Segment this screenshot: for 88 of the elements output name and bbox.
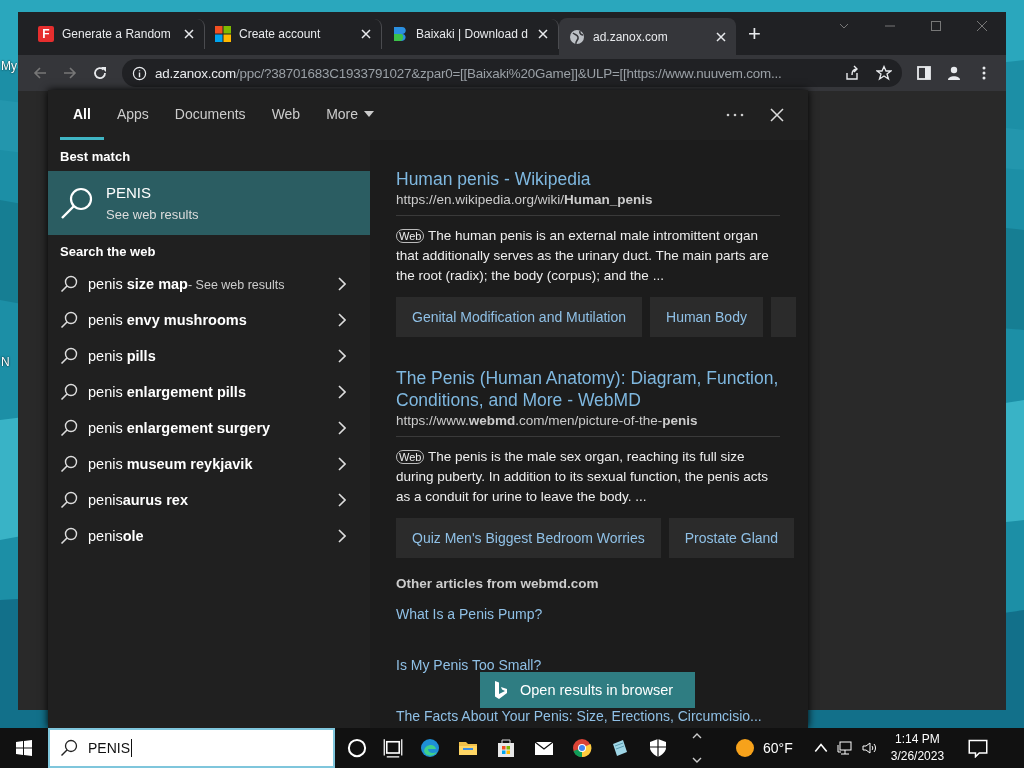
side-panel-icon[interactable]	[916, 65, 932, 81]
reload-icon[interactable]	[92, 65, 108, 81]
filter-tab[interactable]: Web	[258, 90, 314, 140]
topic-chip[interactable]: Genital Modification and Mutilation	[396, 297, 642, 337]
result-url: https://www.webmd.com/men/picture-of-the-penis	[396, 413, 699, 428]
filter-tab[interactable]: Apps	[103, 90, 162, 140]
notifications-icon[interactable]	[968, 738, 989, 758]
circle-icon[interactable]	[347, 738, 367, 758]
best-match-item[interactable]: PENIS See web results	[48, 171, 370, 235]
share-icon[interactable]	[844, 65, 860, 81]
task-view-icon[interactable]	[383, 738, 403, 758]
b-logo-icon	[494, 680, 508, 700]
section-heading: Search the web	[59, 243, 157, 261]
filter-tab[interactable]: Documents	[161, 90, 259, 140]
search-icon	[60, 186, 94, 220]
search-icon	[60, 275, 78, 293]
tiles-icon	[215, 26, 231, 42]
edge-icon[interactable]	[420, 738, 440, 758]
suggestion-item[interactable]: penis envy mushrooms	[48, 302, 370, 338]
sun-icon[interactable]	[735, 738, 755, 758]
search-field[interactable]: PENIS	[48, 728, 335, 768]
search-icon	[60, 347, 78, 365]
topic-chip[interactable]: Quiz Men's Biggest Bedroom Worries	[396, 518, 661, 558]
suggestion-item[interactable]: penis enlargement pills	[48, 374, 370, 410]
browser-tab[interactable]: ad.zanox.com	[559, 18, 736, 55]
browser-tab[interactable]: F Generate a Random	[28, 19, 205, 49]
star-icon[interactable]	[876, 65, 892, 81]
address-bar[interactable]: ad.zanox.com/ppc/?38701683C1933791027&zpar0=[[Baixaki%20Game]]&ULP=[[https://www.nuuvem.com...	[122, 59, 902, 87]
chevron-right-icon	[338, 385, 346, 399]
result-title-link[interactable]: Human penis - Wikipedia	[396, 168, 780, 190]
suggestion-item[interactable]: penis size map- See web results	[48, 266, 370, 302]
topic-chip[interactable]: Human Body	[650, 297, 763, 337]
section-heading: Other articles from webmd.com	[396, 576, 600, 591]
profile-icon[interactable]	[946, 65, 962, 81]
chevron-right-icon	[338, 277, 346, 291]
forward-icon[interactable]	[62, 65, 78, 81]
chevron-right-icon	[338, 349, 346, 363]
clock-date[interactable]: 3/26/2023	[890, 748, 945, 765]
shield-icon[interactable]	[648, 738, 668, 758]
browser-tab[interactable]: Create account	[205, 19, 382, 49]
clock-time[interactable]: 1:14 PM	[895, 731, 940, 748]
suggestion-item[interactable]: penis museum reykjavik	[48, 446, 370, 482]
result-snippet: Web The human penis is an external male intromittent organ that additionally serves as the urinary duct. The main parts are the root (radix); the body (corpus); and the ...	[396, 227, 770, 285]
volume-icon[interactable]	[860, 740, 877, 756]
search-icon	[60, 455, 78, 473]
suggestion-item[interactable]: penisole	[48, 518, 370, 554]
section-heading: Best match	[59, 148, 132, 166]
chrome-icon[interactable]	[572, 738, 592, 758]
search-icon	[60, 311, 78, 329]
chevron-right-icon	[338, 457, 346, 471]
search-icon	[60, 419, 78, 437]
windows-icon[interactable]	[16, 740, 32, 756]
search-icon	[60, 491, 78, 509]
address-text: ad.zanox.com/ppc/?38701683C1933791027&zpar0=[[Baixaki%20Game]]&ULP=[[https://www.nuuvem.com...	[155, 65, 783, 81]
weather-temperature[interactable]: 60°F	[763, 740, 793, 756]
network-icon[interactable]	[836, 740, 853, 756]
back-icon[interactable]	[32, 65, 48, 81]
more-dropdown[interactable]: More	[313, 90, 388, 140]
favicon: F	[38, 26, 54, 42]
chevron-right-icon	[338, 421, 346, 435]
chevron-right-icon	[338, 493, 346, 507]
open-in-browser-button[interactable]: Open results in browser	[480, 672, 695, 708]
suggestion-item[interactable]: penis enlargement surgery	[48, 410, 370, 446]
suggestion-item[interactable]: penisaurus rex	[48, 482, 370, 518]
search-icon	[60, 739, 78, 757]
store-icon[interactable]	[496, 738, 516, 758]
maximize-icon[interactable]	[930, 20, 942, 32]
desktop-icon-label[interactable]: N	[1, 355, 10, 369]
result-snippet: Web The penis is the male sex organ, reaching its full size during puberty. In addition to its sexual function, the penis acts as a conduit for urine to leave the body. ...	[396, 448, 769, 506]
browser-tab[interactable]: Baixaki | Download d	[382, 19, 559, 49]
result-url: https://en.wikipedia.org/wiki/Human_penis	[396, 192, 654, 207]
notepad-icon[interactable]	[610, 738, 630, 758]
caret-icon	[364, 110, 375, 117]
article-link[interactable]: The Facts About Your Penis: Size, Erections, Circumcisio...	[396, 708, 780, 724]
globe-icon	[569, 28, 585, 45]
search-icon	[60, 383, 78, 401]
info-icon	[132, 65, 147, 81]
suggestion-item[interactable]: penis pills	[48, 338, 370, 374]
search-icon	[60, 527, 78, 545]
result-title-link[interactable]: The Penis (Human Anatomy): Diagram, Function, Conditions, and More - WebMD	[396, 367, 780, 411]
more-options-icon[interactable]	[726, 113, 744, 117]
topic-chip[interactable]: Prostate Gland	[668, 518, 795, 558]
chevron-right-icon	[338, 313, 346, 327]
new-tab-button[interactable]: +	[748, 21, 761, 47]
article-link[interactable]: What Is a Penis Pump?	[396, 606, 780, 622]
leaf-icon	[392, 26, 408, 42]
chevron-right-icon	[338, 529, 346, 543]
article-link[interactable]: Is My Penis Too Small?	[396, 657, 780, 673]
